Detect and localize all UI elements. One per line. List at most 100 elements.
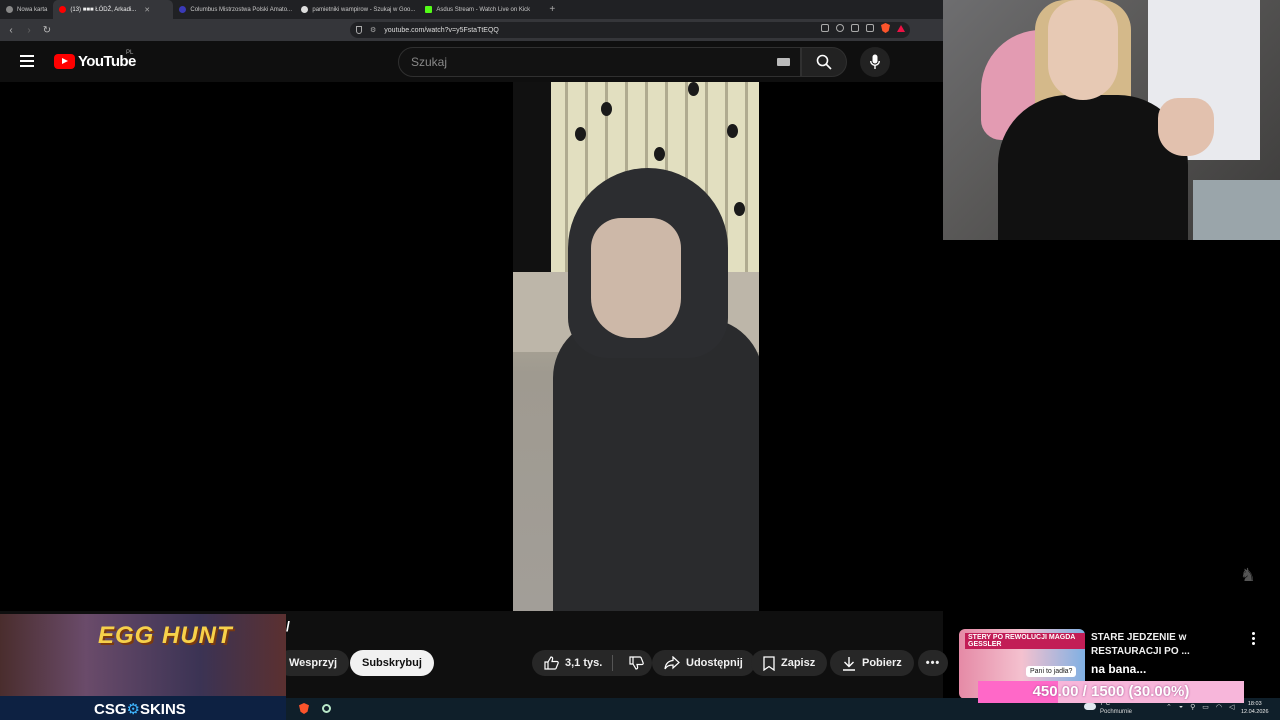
share-button[interactable]: Udostępnij — [652, 650, 755, 676]
download-button[interactable]: Pobierz — [830, 650, 914, 676]
more-icon: ••• — [925, 657, 941, 669]
tab-label: pamietniki wampirow - Szukaj w Goo... — [312, 6, 416, 13]
youtube-logo[interactable]: YouTube PL — [54, 50, 136, 70]
display-icon[interactable]: ▭ — [1202, 703, 1209, 711]
save-button[interactable]: Zapisz — [751, 650, 828, 676]
clock[interactable]: 18:03 12.04.2026 — [1241, 700, 1269, 716]
tab-new[interactable]: Nowa karta — [0, 0, 53, 19]
divider — [612, 655, 614, 671]
tab-columbus[interactable]: Columbus Mistrzostwa Polski Amato... — [173, 0, 295, 19]
browser-tab-bar: Nowa karta (13) ■■■ ŁÓDŹ, Arkadi... ✕ Co… — [0, 0, 943, 19]
tab-google[interactable]: pamietniki wampirow - Szukaj w Goo... — [295, 0, 419, 19]
goal-text: 450.00 / 1500 (30.00%) — [1032, 683, 1190, 700]
face — [591, 218, 681, 338]
voice-search-button[interactable] — [860, 47, 890, 77]
url-text: youtube.com/watch?v=y5FstaTtEQQ — [384, 26, 499, 34]
share-icon[interactable] — [851, 24, 859, 32]
suggested-menu-icon[interactable] — [1252, 632, 1256, 645]
brave-shield-icon[interactable] — [881, 23, 890, 33]
tab-label: Nowa karta — [17, 6, 48, 13]
site-info-icon[interactable]: ⚙ — [370, 26, 376, 34]
brand-part-b: SKINS — [139, 701, 186, 718]
close-icon[interactable]: ✕ — [144, 6, 150, 14]
youtube-icon — [59, 6, 67, 13]
site-icon — [179, 6, 187, 13]
menu-icon[interactable] — [20, 55, 34, 67]
country-code: PL — [126, 50, 134, 56]
youtube-play-icon — [54, 54, 75, 69]
obs-icon[interactable] — [322, 704, 331, 713]
youtube-header: YouTube PL Szukaj — [0, 41, 943, 82]
network-icon[interactable]: ◒ — [1179, 703, 1183, 711]
weather-desc: Pochmurnie — [1100, 709, 1133, 715]
screenshot-icon[interactable] — [866, 24, 874, 32]
suggested-title[interactable]: STARE JEDZENIE w RESTAURACJI PO ... — [1091, 631, 1241, 659]
screen: Nowa karta (13) ■■■ ŁÓDŹ, Arkadi... ✕ Co… — [0, 0, 1280, 720]
search-button[interactable] — [801, 47, 847, 77]
like-dislike-group: 3,1 tys. — [532, 650, 653, 676]
brand-part-a: CSG — [94, 701, 127, 718]
brand-logo-icon: ⚙ — [126, 701, 140, 718]
wall-hole — [654, 147, 665, 161]
save-label: Zapisz — [781, 657, 816, 669]
support-button[interactable]: Wesprzyj — [277, 650, 350, 676]
search-input[interactable]: Szukaj — [398, 47, 801, 77]
wall-hole — [575, 127, 586, 141]
globe-icon — [6, 6, 13, 13]
like-count[interactable]: 3,1 tys. — [565, 657, 602, 669]
tab-label: (13) ■■■ ŁÓDŹ, Arkadi... — [70, 6, 137, 13]
video-frame — [513, 82, 759, 611]
jacket — [553, 318, 759, 611]
chevron-up-icon[interactable]: ⌃ — [1166, 703, 1172, 711]
microphone-icon — [870, 54, 880, 69]
bookmark-icon[interactable] — [356, 26, 362, 34]
new-tab-button[interactable]: + — [543, 4, 561, 15]
streamer-face — [1048, 0, 1118, 100]
suggested-overlay-text: na bana... — [1091, 662, 1147, 676]
download-label: Pobierz — [862, 657, 902, 669]
wifi-icon[interactable]: ◠ — [1216, 703, 1222, 711]
donation-goal-bar: 450.00 / 1500 (30.00%) — [978, 681, 1244, 703]
back-icon[interactable]: ‹ — [6, 25, 16, 36]
tab-youtube[interactable]: (13) ■■■ ŁÓDŹ, Arkadi... ✕ — [53, 0, 174, 19]
tab-label: Columbus Mistrzostwa Polski Amato... — [190, 6, 293, 13]
wall-hole — [727, 124, 738, 138]
webcam-overlay — [943, 0, 1280, 240]
usb-icon[interactable]: ⚲ — [1190, 703, 1195, 711]
toolbar-icons — [821, 23, 905, 33]
search-placeholder: Szukaj — [411, 55, 448, 69]
download-icon — [843, 656, 855, 671]
clock-time: 18:03 — [1247, 701, 1262, 707]
speech-bubble: Pani to jadła? — [1026, 666, 1077, 677]
bookmark-icon — [763, 655, 775, 671]
thumbs-up-icon[interactable] — [544, 656, 559, 670]
thumbs-down-icon[interactable] — [629, 656, 645, 670]
video-title-fragment: / — [286, 618, 290, 634]
share-label: Udostępnij — [686, 657, 743, 669]
forward-icon[interactable]: › — [24, 25, 34, 36]
ad-headline: EGG HUNT — [98, 622, 233, 649]
video-player[interactable]: ♞ — [0, 82, 1256, 611]
reload-icon[interactable]: ↻ — [42, 25, 52, 36]
zoom-icon[interactable] — [836, 24, 844, 32]
brave-rewards-icon[interactable] — [897, 24, 905, 32]
volume-icon[interactable]: ◁ — [1229, 703, 1234, 711]
google-icon — [301, 6, 309, 13]
kick-icon — [425, 6, 433, 13]
more-actions-button[interactable]: ••• — [918, 650, 948, 676]
hooded-person — [553, 168, 759, 611]
floor — [1193, 180, 1280, 240]
thumbnail-caption: STERY PO REWOLUCJI MAGDA GESSLER — [965, 633, 1085, 649]
tab-kick[interactable]: Asdus Stream - Watch Live on Kick — [419, 0, 543, 19]
channel-watermark[interactable]: ♞ — [1234, 565, 1262, 589]
keyboard-icon[interactable] — [777, 58, 790, 66]
ad-brand: CSG⚙SKINS — [94, 700, 186, 718]
cast-icon[interactable] — [821, 24, 829, 32]
subscribe-button[interactable]: Subskrybuj — [350, 650, 434, 676]
waving-hand — [1158, 98, 1214, 156]
system-tray: ⌃ ◒ ⚲ ▭ ◠ ◁ — [1166, 703, 1234, 711]
ad-banner[interactable]: EGG HUNT CSG⚙SKINS — [0, 614, 286, 720]
tab-label: Asdus Stream - Watch Live on Kick — [436, 6, 531, 13]
subscribe-label: Subskrybuj — [362, 657, 422, 669]
wall-hole — [601, 102, 612, 116]
